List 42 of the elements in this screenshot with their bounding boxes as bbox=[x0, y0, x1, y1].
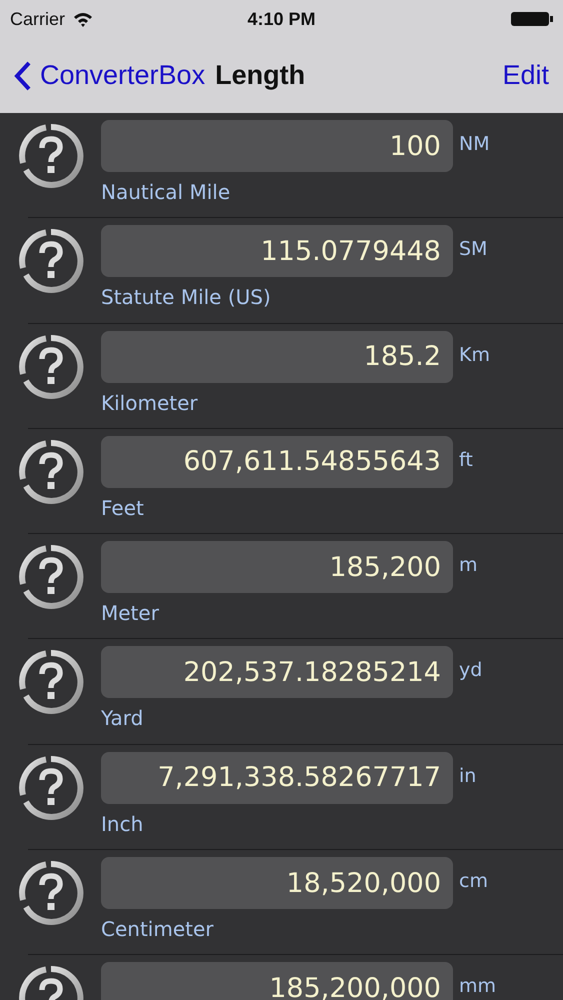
unit-symbol: m bbox=[459, 554, 478, 576]
unit-name: Feet bbox=[101, 496, 145, 520]
unit-name: Meter bbox=[101, 601, 160, 626]
chevron-icon bbox=[14, 60, 32, 90]
edit-button[interactable]: Edit bbox=[502, 60, 549, 91]
unit-name: Centimeter bbox=[101, 917, 214, 942]
carrier-label: Carrier bbox=[10, 8, 66, 30]
help-icon[interactable] bbox=[18, 860, 84, 926]
help-icon[interactable] bbox=[18, 754, 84, 821]
clock: 4:10 PM bbox=[247, 8, 316, 28]
wifi-icon bbox=[73, 12, 94, 26]
screen-title: Length bbox=[215, 60, 306, 91]
help-icon[interactable] bbox=[18, 544, 84, 610]
unit-name: Nautical Mile bbox=[101, 180, 232, 204]
unit-name: Yard bbox=[101, 706, 144, 730]
unit-name: Kilometer bbox=[101, 390, 199, 415]
unit-symbol: NM bbox=[459, 133, 490, 155]
value-field[interactable]: 115.0779448 bbox=[101, 225, 453, 278]
unit-symbol: cm bbox=[459, 870, 488, 892]
value-field[interactable]: 607,611.54855643 bbox=[101, 436, 453, 488]
help-icon[interactable] bbox=[18, 438, 84, 505]
unit-name: Inch bbox=[101, 812, 144, 836]
back-button[interactable]: ConverterBox bbox=[14, 60, 206, 91]
unit-symbol: SM bbox=[459, 238, 488, 260]
value-field[interactable]: 202,537.18285214 bbox=[101, 646, 453, 698]
help-icon[interactable] bbox=[18, 123, 84, 189]
value-field[interactable]: 185.2 bbox=[101, 330, 453, 383]
help-icon[interactable] bbox=[18, 228, 84, 294]
help-icon[interactable] bbox=[18, 649, 84, 716]
unit-symbol: yd bbox=[459, 659, 482, 682]
help-icon[interactable] bbox=[18, 334, 84, 400]
value-field[interactable]: 7,291,338.58267717 bbox=[101, 752, 453, 804]
unit-symbol: mm bbox=[459, 975, 496, 998]
unit-symbol: in bbox=[459, 764, 476, 787]
value-field[interactable]: 185,200 bbox=[101, 541, 453, 594]
unit-name: Statute Mile (US) bbox=[101, 285, 272, 310]
value-field[interactable]: 185,200,000 bbox=[101, 962, 453, 1000]
battery-icon bbox=[511, 10, 553, 28]
unit-symbol: ft bbox=[459, 448, 473, 471]
value-field[interactable]: 100 bbox=[101, 120, 453, 172]
unit-symbol: Km bbox=[459, 344, 490, 366]
value-field[interactable]: 18,520,000 bbox=[101, 857, 453, 910]
